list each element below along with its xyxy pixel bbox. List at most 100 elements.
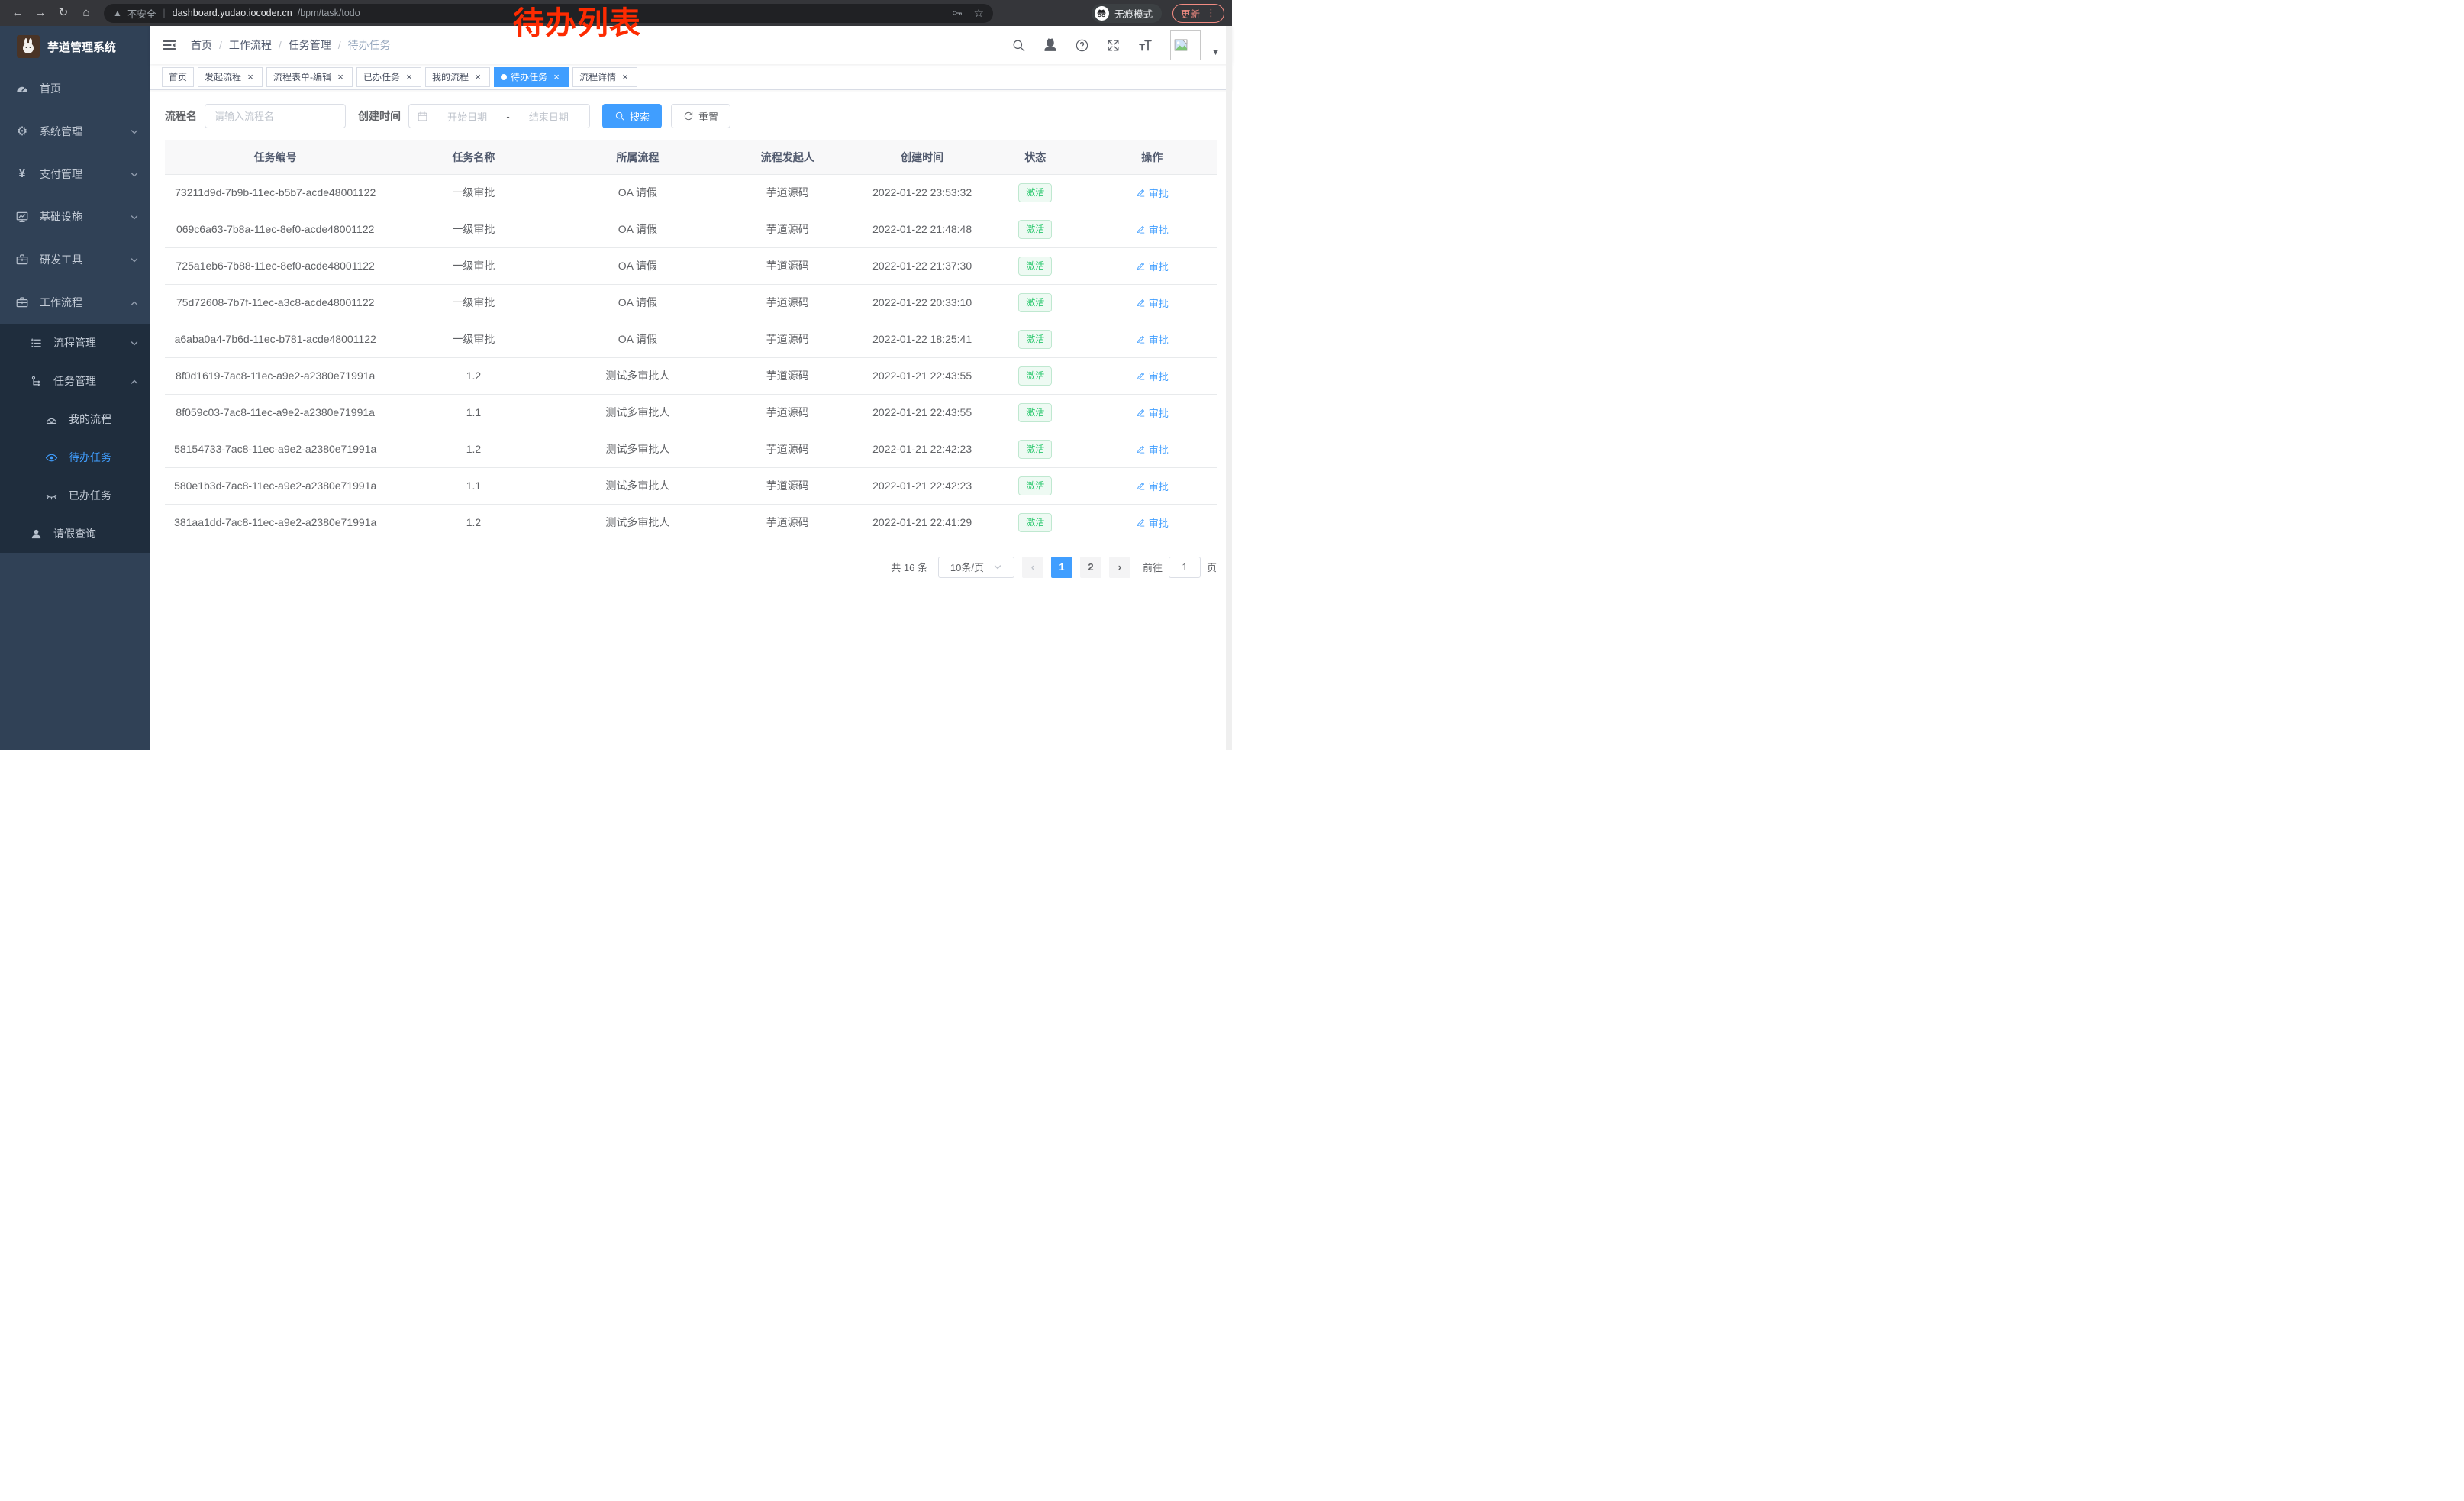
sidebar-collapse-icon[interactable]	[162, 37, 177, 53]
page-size-select[interactable]: 10条/页	[938, 557, 1014, 578]
breadcrumb-task-mgmt[interactable]: 任务管理	[289, 37, 331, 53]
breadcrumb-separator: /	[279, 39, 282, 51]
browser-update-button[interactable]: 更新 ⋮	[1172, 4, 1224, 23]
total-count-label: 共 16 条	[891, 560, 927, 574]
browser-chrome: ← → ↻ ⌂ ▲ 不安全 | dashboard.yudao.iocoder.…	[0, 0, 1232, 26]
browser-back-button[interactable]: ←	[8, 3, 27, 23]
browser-menu-icon[interactable]: ⋮	[1206, 7, 1216, 19]
close-tab-icon[interactable]: ×	[551, 72, 562, 82]
sidebar-item-todo-task[interactable]: 待办任务	[0, 438, 150, 476]
approve-link[interactable]: 审批	[1136, 259, 1169, 273]
browser-home-button[interactable]: ⌂	[76, 3, 96, 23]
user-avatar[interactable]	[1170, 30, 1201, 60]
sidebar-item-payment-mgmt[interactable]: ¥ 支付管理	[0, 153, 150, 195]
cell-process: 测试多审批人	[562, 431, 714, 467]
tab-process-detail[interactable]: 流程详情×	[572, 67, 637, 87]
sidebar-item-workflow[interactable]: 工作流程	[0, 281, 150, 324]
approve-link[interactable]: 审批	[1136, 442, 1169, 457]
page-button-2[interactable]: 2	[1080, 557, 1101, 578]
end-date-placeholder[interactable]: 结束日期	[516, 109, 582, 124]
prev-page-button[interactable]: ‹	[1022, 557, 1043, 578]
breadcrumb-current: 待办任务	[348, 37, 391, 53]
approve-link[interactable]: 审批	[1136, 186, 1169, 200]
approve-link[interactable]: 审批	[1136, 515, 1169, 530]
fullscreen-icon[interactable]	[1106, 38, 1121, 53]
cell-task-name: 一级审批	[385, 321, 561, 357]
reset-button[interactable]: 重置	[671, 104, 730, 128]
cell-task-name: 1.2	[385, 357, 561, 394]
cell-task-name: 1.2	[385, 431, 561, 467]
cell-status: 激活	[983, 467, 1087, 504]
browser-reload-button[interactable]: ↻	[53, 3, 73, 23]
breadcrumb-home[interactable]: 首页	[191, 37, 212, 53]
workflow-submenu: 流程管理 任务管理 我的流程 待办任务 已办任务 请假	[0, 324, 150, 553]
bookmark-star-icon[interactable]: ☆	[974, 6, 984, 20]
process-name-input[interactable]	[205, 104, 346, 128]
start-date-placeholder[interactable]: 开始日期	[434, 109, 500, 124]
tab-todo-task[interactable]: 待办任务×	[494, 67, 569, 87]
search-button[interactable]: 搜索	[602, 104, 662, 128]
approve-link[interactable]: 审批	[1136, 222, 1169, 237]
app-logo[interactable]: 芋道管理系统	[0, 26, 150, 67]
dashboard-gauge-icon	[15, 82, 29, 95]
cell-status: 激活	[983, 321, 1087, 357]
approve-label: 审批	[1149, 442, 1169, 457]
sidebar-item-home[interactable]: 首页	[0, 67, 150, 110]
sidebar-item-task-mgmt[interactable]: 任务管理	[0, 362, 150, 400]
window-scrollbar[interactable]	[1226, 26, 1232, 750]
status-badge: 激活	[1018, 220, 1052, 239]
sidebar-item-label: 首页	[40, 81, 61, 96]
next-page-button[interactable]: ›	[1109, 557, 1130, 578]
user-menu-caret-icon[interactable]: ▼	[1211, 48, 1220, 60]
cell-task-id: 75d72608-7b7f-11ec-a3c8-acde48001122	[165, 284, 385, 321]
browser-forward-button[interactable]: →	[31, 3, 50, 23]
sidebar-item-process-mgmt[interactable]: 流程管理	[0, 324, 150, 362]
cell-actions: 审批	[1087, 357, 1217, 394]
sidebar-item-infrastructure[interactable]: 基础设施	[0, 195, 150, 238]
tab-home[interactable]: 首页	[162, 67, 194, 87]
table-row: 8f059c03-7ac8-11ec-a9e2-a2380e71991a1.1测…	[165, 394, 1217, 431]
page-button-1[interactable]: 1	[1051, 557, 1072, 578]
close-tab-icon[interactable]: ×	[335, 72, 346, 82]
close-tab-icon[interactable]: ×	[245, 72, 256, 82]
approve-link[interactable]: 审批	[1136, 369, 1169, 383]
help-icon[interactable]	[1075, 38, 1089, 53]
approve-label: 审批	[1149, 222, 1169, 237]
font-size-icon[interactable]	[1137, 37, 1153, 53]
address-bar[interactable]: ▲ 不安全 | dashboard.yudao.iocoder.cn/bpm/t…	[104, 4, 993, 23]
saved-password-key-icon[interactable]	[951, 7, 963, 19]
cell-task-id: 725a1eb6-7b88-11ec-8ef0-acde48001122	[165, 247, 385, 284]
approve-link[interactable]: 审批	[1136, 295, 1169, 310]
github-icon[interactable]	[1043, 37, 1058, 53]
sidebar-item-system-mgmt[interactable]: ⚙ 系统管理	[0, 110, 150, 153]
close-tab-icon[interactable]: ×	[404, 72, 414, 82]
cell-status: 激活	[983, 284, 1087, 321]
close-tab-icon[interactable]: ×	[620, 72, 631, 82]
cell-create-time: 2022-01-22 21:48:48	[861, 211, 983, 247]
sidebar-item-leave-query[interactable]: 请假查询	[0, 515, 150, 553]
date-range-picker[interactable]: 开始日期 - 结束日期	[408, 104, 590, 128]
close-tab-icon[interactable]: ×	[472, 72, 483, 82]
tab-process-form-edit[interactable]: 流程表单-编辑 ×	[266, 67, 353, 87]
approve-label: 审批	[1149, 332, 1169, 347]
approve-link[interactable]: 审批	[1136, 405, 1169, 420]
cell-status: 激活	[983, 211, 1087, 247]
tags-view-bar: 首页 发起流程× 流程表单-编辑 × 已办任务× 我的流程× 待办任务× 流程详情…	[150, 64, 1232, 90]
cell-create-time: 2022-01-22 20:33:10	[861, 284, 983, 321]
tab-label: 流程表单-编辑	[273, 70, 331, 83]
tab-start-process[interactable]: 发起流程×	[198, 67, 263, 87]
goto-page-input[interactable]	[1169, 557, 1201, 578]
sidebar-item-label: 流程管理	[53, 335, 96, 350]
sidebar-item-done-task[interactable]: 已办任务	[0, 476, 150, 515]
sidebar-item-dev-tools[interactable]: 研发工具	[0, 238, 150, 281]
cell-create-time: 2022-01-21 22:41:29	[861, 504, 983, 541]
tab-my-process[interactable]: 我的流程×	[425, 67, 490, 87]
edit-icon	[1136, 188, 1146, 198]
edit-icon	[1136, 298, 1146, 308]
approve-link[interactable]: 审批	[1136, 332, 1169, 347]
sidebar-item-my-process[interactable]: 我的流程	[0, 400, 150, 438]
tab-done-task[interactable]: 已办任务×	[356, 67, 421, 87]
search-icon[interactable]	[1011, 38, 1026, 53]
approve-link[interactable]: 审批	[1136, 479, 1169, 493]
breadcrumb-workflow[interactable]: 工作流程	[229, 37, 272, 53]
